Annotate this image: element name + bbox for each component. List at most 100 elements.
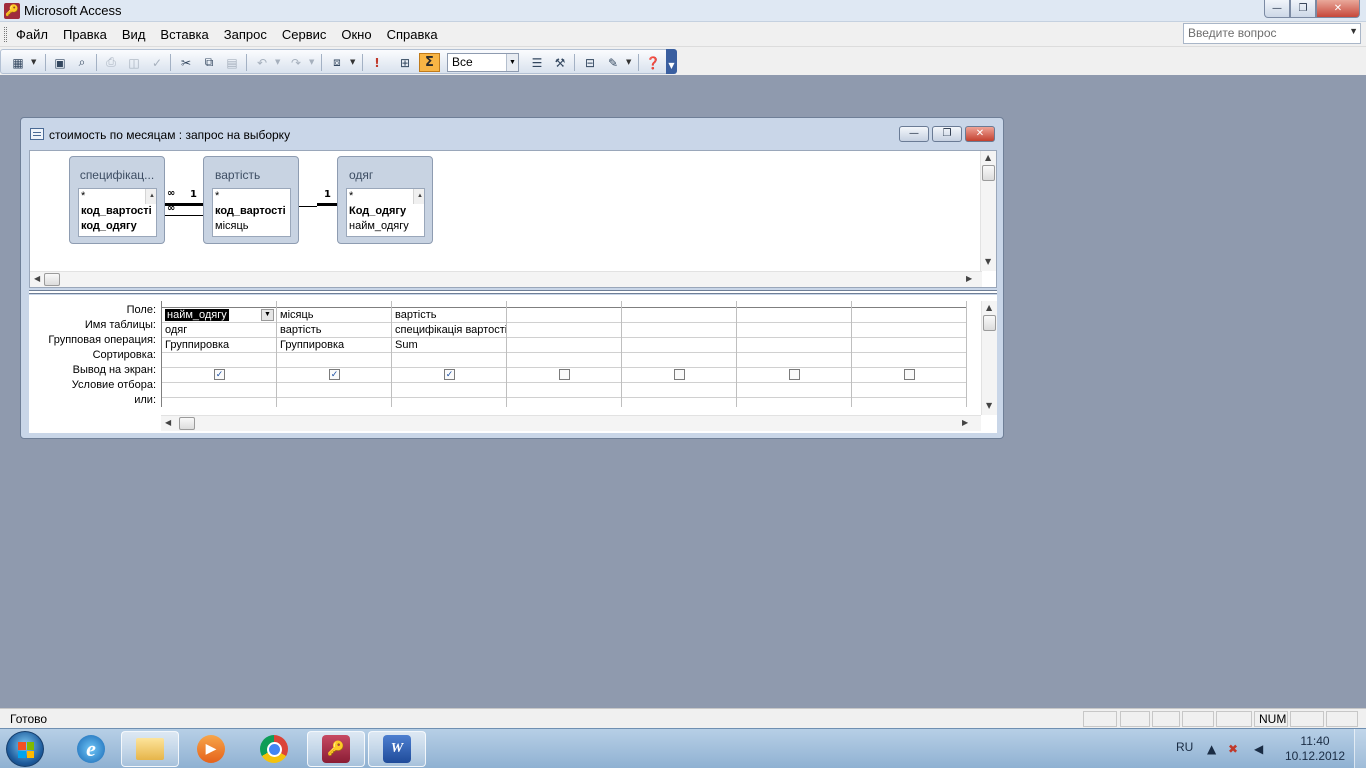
show-hidden-icons-icon[interactable]: ▲ [1207,742,1216,756]
language-indicator[interactable]: RU [1176,740,1193,754]
table-cell[interactable]: одяг [162,323,276,338]
scroll-thumb[interactable] [982,165,995,181]
close-button[interactable]: ✕ [1316,0,1360,18]
column-selector[interactable] [507,301,621,308]
or-cell[interactable] [162,398,276,407]
query-minimize-button[interactable]: — [899,126,929,142]
field-item[interactable]: місяць [213,219,290,234]
field-list-scrollbar[interactable]: ▲▼ [413,189,424,204]
taskbar-internet-explorer[interactable]: e [62,731,120,767]
total-cell[interactable] [852,338,966,353]
cut-icon[interactable]: ✂ [177,54,195,71]
grid-column[interactable] [622,301,737,407]
table-box-specification[interactable]: специфікац... * код_вартості код_одягу ▲… [69,156,165,244]
show-table-icon[interactable]: ⊞ [396,54,414,71]
view-icon[interactable]: ▦ [9,54,27,71]
field-item[interactable]: найм_одягу [347,219,424,234]
show-desktop-button[interactable] [1354,729,1366,768]
table-cell[interactable]: вартість [277,323,391,338]
spelling-icon[interactable]: ✓ [148,54,166,71]
sort-cell[interactable] [737,353,851,368]
taskbar-word[interactable]: W [368,731,426,767]
show-checkbox[interactable] [674,369,685,380]
sort-cell[interactable] [277,353,391,368]
scroll-thumb[interactable] [179,417,195,430]
total-cell[interactable] [622,338,736,353]
or-cell[interactable] [852,398,966,407]
menu-insert[interactable]: Вставка [160,27,208,42]
field-list[interactable]: * код_вартості місяць [212,188,291,237]
scroll-right-icon[interactable]: ▶ [966,274,972,283]
menu-tools[interactable]: Сервис [282,27,327,42]
total-cell[interactable]: Группировка [162,338,276,353]
menu-query[interactable]: Запрос [224,27,267,42]
field-cell[interactable] [737,308,851,323]
start-button[interactable] [6,731,44,767]
grid-column[interactable] [507,301,622,407]
field-item[interactable]: * [213,189,290,204]
query-restore-button[interactable]: ❐ [932,126,962,142]
query-window-title-bar[interactable]: стоимость по месяцам : запрос на выборку… [21,118,1003,148]
criteria-cell[interactable] [392,383,506,398]
scroll-thumb[interactable] [983,315,996,331]
properties-icon[interactable]: ☰ [528,54,546,71]
criteria-cell[interactable] [162,383,276,398]
print-preview-icon[interactable]: ◫ [125,54,143,71]
relationship-line[interactable] [165,215,203,216]
chevron-down-icon[interactable]: ▼ [309,58,314,66]
scroll-right-icon[interactable]: ▶ [962,418,968,427]
table-cell[interactable] [852,323,966,338]
menu-file[interactable]: Файл [16,27,48,42]
criteria-cell[interactable] [277,383,391,398]
grid-column[interactable] [852,301,967,407]
total-cell[interactable] [737,338,851,353]
taskbar-explorer[interactable] [121,731,179,767]
show-checkbox[interactable] [904,369,915,380]
grid-column[interactable] [737,301,852,407]
copy-icon[interactable]: ⧉ [200,54,218,71]
new-object-icon[interactable]: ✎ [604,54,622,71]
total-cell[interactable]: Группировка [277,338,391,353]
chevron-down-icon[interactable]: ▼ [350,58,355,66]
or-cell[interactable] [392,398,506,407]
show-checkbox[interactable]: ✓ [214,369,225,380]
field-cell[interactable]: вартість [392,308,506,323]
build-icon[interactable]: ⚒ [551,54,569,71]
relationship-line[interactable] [317,203,337,206]
scroll-down-icon[interactable]: ▼ [985,257,991,266]
network-warning-icon[interactable]: ✖ [1228,742,1238,756]
field-item[interactable]: код_вартості [213,204,290,219]
top-values-select[interactable]: Все ▼ [447,53,519,72]
table-cell[interactable]: специфікація вартості [392,323,506,338]
volume-icon[interactable]: ◀ [1254,742,1263,756]
criteria-cell[interactable] [622,383,736,398]
or-cell[interactable] [622,398,736,407]
run-icon[interactable]: ! [368,54,386,71]
total-cell[interactable]: Sum [392,338,506,353]
restore-button[interactable]: ❐ [1290,0,1316,18]
scroll-left-icon[interactable]: ◀ [165,418,171,427]
field-item[interactable]: код_одягу [79,219,156,234]
chevron-down-icon[interactable]: ▼ [506,54,518,71]
column-selector[interactable] [852,301,966,308]
menu-window[interactable]: Окно [341,27,371,42]
or-cell[interactable] [737,398,851,407]
total-cell[interactable] [507,338,621,353]
paste-icon[interactable]: ▤ [223,54,241,71]
sort-cell[interactable] [852,353,966,368]
field-item[interactable]: Код_одягу [347,204,424,219]
menu-edit[interactable]: Правка [63,27,107,42]
scroll-left-icon[interactable]: ◀ [34,274,40,283]
show-checkbox[interactable]: ✓ [444,369,455,380]
field-cell[interactable]: найм_одягу ▼ [162,308,276,323]
sort-cell[interactable] [392,353,506,368]
field-cell[interactable] [622,308,736,323]
grid-horizontal-scrollbar[interactable]: ◀ ▶ [161,415,981,431]
field-list[interactable]: * Код_одягу найм_одягу ▲▼ [346,188,425,237]
clock[interactable]: 11:40 10.12.2012 [1280,734,1350,764]
table-pane-vertical-scrollbar[interactable]: ▲ ▼ [980,151,996,271]
save-icon[interactable]: ▣ [51,54,69,71]
help-icon[interactable]: ❓ [644,54,662,71]
scroll-up-icon[interactable]: ▲ [985,153,991,162]
toolbar-options-icon[interactable]: ▼ [666,49,677,74]
